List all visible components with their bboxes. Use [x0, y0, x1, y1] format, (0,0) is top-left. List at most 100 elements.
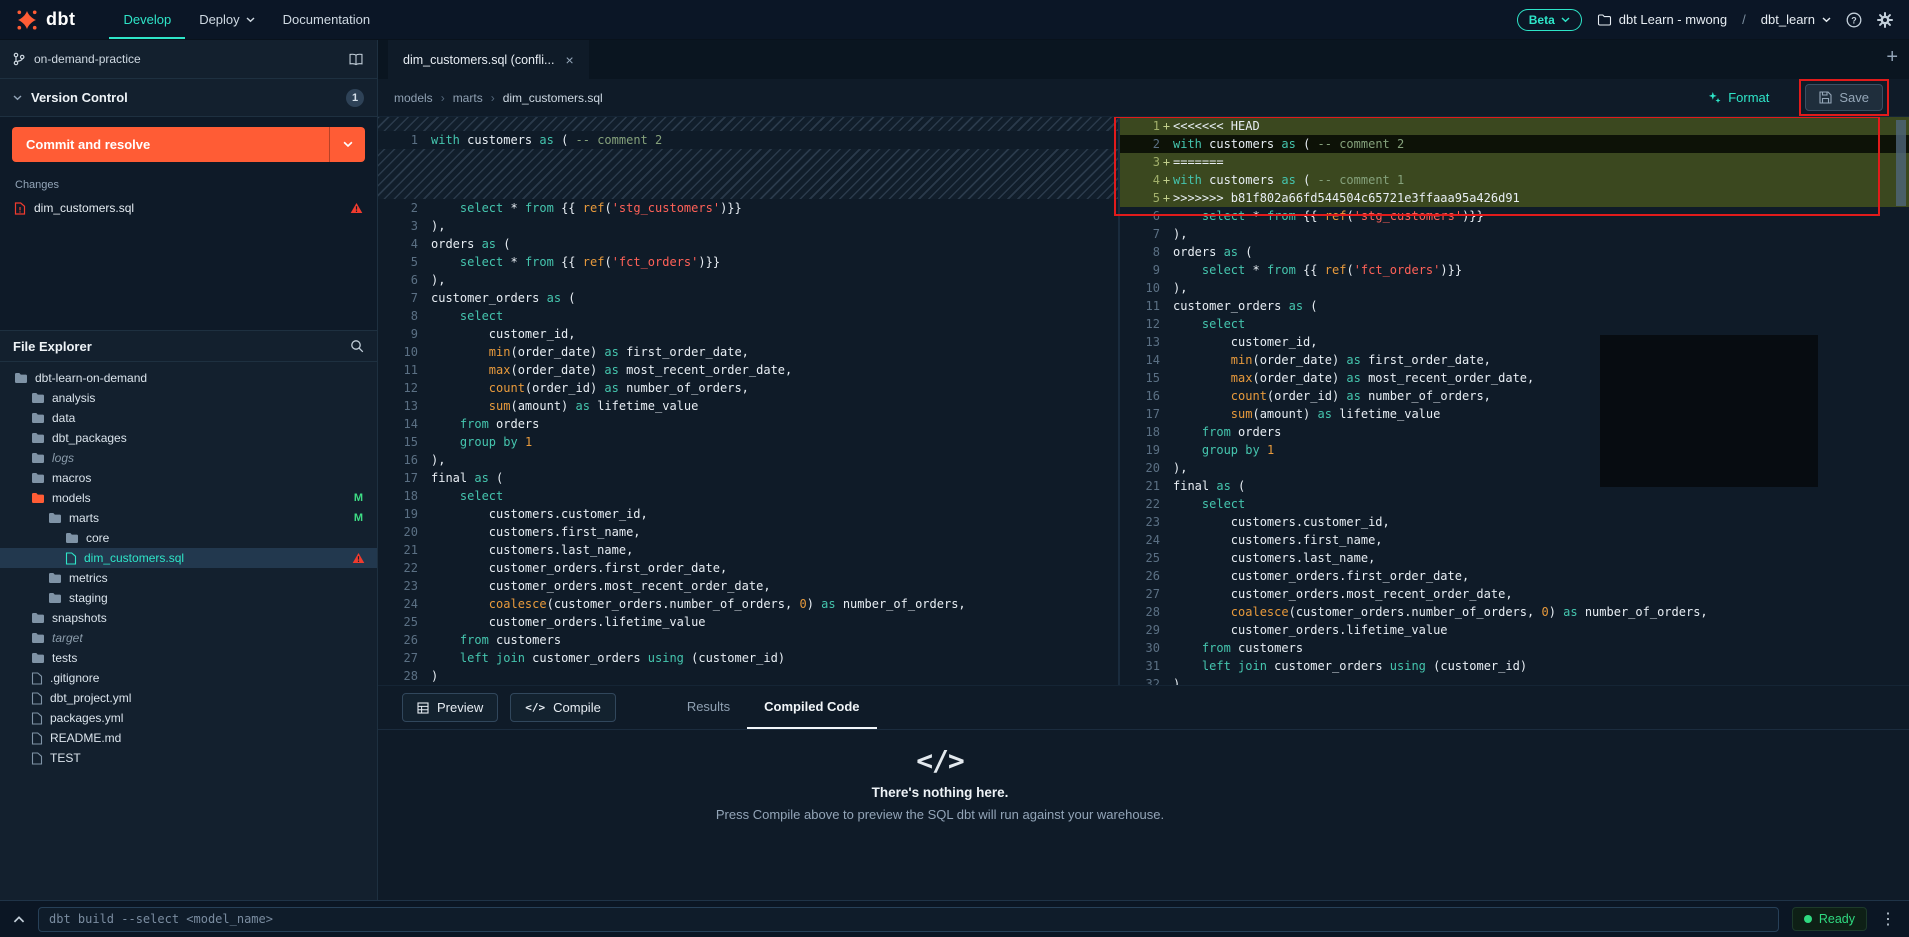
changed-file-row[interactable]: dim_customers.sql — [0, 197, 377, 219]
tree-item-dbt_packages[interactable]: dbt_packages — [0, 428, 377, 448]
code-line[interactable]: 26 customer_orders.first_order_date, — [1120, 567, 1909, 585]
code-line[interactable]: 14 from orders — [378, 415, 1118, 433]
beta-badge[interactable]: Beta — [1517, 9, 1582, 31]
editor-scrollbar-thumb[interactable] — [1896, 120, 1906, 206]
code-line[interactable]: 20 customers.first_name, — [378, 523, 1118, 541]
code-line[interactable]: 11 max(order_date) as most_recent_order_… — [378, 361, 1118, 379]
code-line[interactable]: 27 left join customer_orders using (cust… — [378, 649, 1118, 667]
code-line[interactable]: 22 customer_orders.first_order_date, — [378, 559, 1118, 577]
code-line[interactable]: 25 customer_orders.lifetime_value — [378, 613, 1118, 631]
code-line[interactable]: 26 from customers — [378, 631, 1118, 649]
code-line[interactable]: 28) — [378, 667, 1118, 685]
code-line[interactable]: 21 customers.last_name, — [378, 541, 1118, 559]
new-tab-button[interactable]: + — [1886, 46, 1898, 69]
close-icon[interactable]: × — [565, 52, 573, 68]
code-line[interactable]: 3), — [378, 217, 1118, 235]
tree-item-README.md[interactable]: README.md — [0, 728, 377, 748]
code-line[interactable]: 18 select — [378, 487, 1118, 505]
code-line[interactable]: 28 coalesce(customer_orders.number_of_or… — [1120, 603, 1909, 621]
tree-item-macros[interactable]: macros — [0, 468, 377, 488]
code-line[interactable]: 16), — [378, 451, 1118, 469]
code-line[interactable]: 24 customers.first_name, — [1120, 531, 1909, 549]
code-line[interactable]: 27 customer_orders.most_recent_order_dat… — [1120, 585, 1909, 603]
version-control-header[interactable]: Version Control 1 — [0, 79, 377, 117]
settings-button[interactable] — [1877, 12, 1893, 28]
compile-button[interactable]: </> Compile — [510, 693, 616, 722]
code-line[interactable]: 32) — [1120, 675, 1909, 685]
code-line[interactable]: 6 select * from {{ ref('stg_customers')}… — [1120, 207, 1909, 225]
code-line[interactable]: 23 customer_orders.most_recent_order_dat… — [378, 577, 1118, 595]
editor-pane-right[interactable]: 1+<<<<<<< HEAD2with customers as ( -- co… — [1120, 117, 1909, 685]
tree-item-tests[interactable]: tests — [0, 648, 377, 668]
code-line[interactable]: 9 select * from {{ ref('fct_orders')}} — [1120, 261, 1909, 279]
tree-item-models[interactable]: modelsM — [0, 488, 377, 508]
code-line[interactable]: 5+>>>>>>> b81f802a66fd544504c65721e3ffaa… — [1120, 189, 1909, 207]
breadcrumb-marts[interactable]: marts — [453, 91, 483, 105]
code-line[interactable]: 29 customer_orders.lifetime_value — [1120, 621, 1909, 639]
breadcrumb-models[interactable]: models — [394, 91, 433, 105]
code-line[interactable]: 23 customers.customer_id, — [1120, 513, 1909, 531]
code-line[interactable]: 8orders as ( — [1120, 243, 1909, 261]
tree-item-analysis[interactable]: analysis — [0, 388, 377, 408]
code-line[interactable]: 3+======= — [1120, 153, 1909, 171]
code-line[interactable]: 12 count(order_id) as number_of_orders, — [378, 379, 1118, 397]
code-line[interactable]: 9 customer_id, — [378, 325, 1118, 343]
tree-item-marts[interactable]: martsM — [0, 508, 377, 528]
code-line[interactable]: 30 from customers — [1120, 639, 1909, 657]
editor-pane-left[interactable]: 1with customers as ( -- comment 2 2 selec… — [378, 117, 1118, 685]
tree-item-core[interactable]: core — [0, 528, 377, 548]
format-button[interactable]: Format — [1708, 90, 1769, 105]
code-line[interactable]: 2 select * from {{ ref('stg_customers')}… — [378, 199, 1118, 217]
tab-results[interactable]: Results — [670, 686, 747, 729]
dbt-logo[interactable]: dbt — [16, 0, 75, 39]
tree-item-dbt_project.yml[interactable]: dbt_project.yml — [0, 688, 377, 708]
status-badge[interactable]: Ready — [1792, 907, 1867, 931]
tree-item-TEST[interactable]: TEST — [0, 748, 377, 768]
tree-item-snapshots[interactable]: snapshots — [0, 608, 377, 628]
tree-item-staging[interactable]: staging — [0, 588, 377, 608]
code-line[interactable]: 11customer_orders as ( — [1120, 297, 1909, 315]
code-line[interactable]: 10 min(order_date) as first_order_date, — [378, 343, 1118, 361]
code-line[interactable]: 10), — [1120, 279, 1909, 297]
code-line[interactable]: 8 select — [378, 307, 1118, 325]
docs-panel-button[interactable] — [348, 53, 364, 66]
save-button[interactable]: Save — [1805, 84, 1883, 111]
tree-item-.gitignore[interactable]: .gitignore — [0, 668, 377, 688]
code-line[interactable]: 17final as ( — [378, 469, 1118, 487]
expand-panel-button[interactable] — [13, 915, 25, 923]
file-explorer-header[interactable]: File Explorer — [0, 330, 377, 362]
project-switcher[interactable]: dbt_learn — [1761, 12, 1831, 27]
code-line[interactable]: 6), — [378, 271, 1118, 289]
code-line[interactable]: 25 customers.last_name, — [1120, 549, 1909, 567]
tree-item-target[interactable]: target — [0, 628, 377, 648]
help-button[interactable]: ? — [1846, 12, 1862, 28]
commit-and-resolve-button[interactable]: Commit and resolve — [12, 127, 365, 162]
code-line[interactable]: 4orders as ( — [378, 235, 1118, 253]
code-line[interactable]: 7), — [1120, 225, 1909, 243]
code-line[interactable]: 22 select — [1120, 495, 1909, 513]
code-line[interactable]: 1with customers as ( -- comment 2 — [378, 131, 1118, 149]
code-line[interactable]: 4+with customers as ( -- comment 1 — [1120, 171, 1909, 189]
tab-compiled-code[interactable]: Compiled Code — [747, 686, 876, 729]
tree-item-data[interactable]: data — [0, 408, 377, 428]
tree-item-metrics[interactable]: metrics — [0, 568, 377, 588]
code-line[interactable]: 24 coalesce(customer_orders.number_of_or… — [378, 595, 1118, 613]
code-line[interactable]: 2with customers as ( -- comment 2 — [1120, 135, 1909, 153]
code-line[interactable]: 5 select * from {{ ref('fct_orders')}} — [378, 253, 1118, 271]
tree-item-packages.yml[interactable]: packages.yml — [0, 708, 377, 728]
code-line[interactable]: 31 left join customer_orders using (cust… — [1120, 657, 1909, 675]
code-line[interactable]: 13 sum(amount) as lifetime_value — [378, 397, 1118, 415]
tree-item-logs[interactable]: logs — [0, 448, 377, 468]
account-switcher[interactable]: dbt Learn - mwong — [1597, 12, 1727, 27]
git-branch-selector[interactable]: on-demand-practice — [0, 40, 377, 79]
command-input[interactable] — [38, 907, 1779, 932]
code-line[interactable]: 12 select — [1120, 315, 1909, 333]
tab-dim-customers[interactable]: dim_customers.sql (confli... × — [388, 40, 589, 79]
tree-item-dim_customers.sql[interactable]: dim_customers.sql — [0, 548, 377, 568]
preview-button[interactable]: Preview — [402, 693, 498, 722]
code-line[interactable]: 19 customers.customer_id, — [378, 505, 1118, 523]
tree-item-dbt-learn-on-demand[interactable]: dbt-learn-on-demand — [0, 368, 377, 388]
nav-develop[interactable]: Develop — [109, 0, 185, 39]
breadcrumb-file[interactable]: dim_customers.sql — [503, 91, 603, 105]
nav-deploy[interactable]: Deploy — [185, 0, 268, 39]
